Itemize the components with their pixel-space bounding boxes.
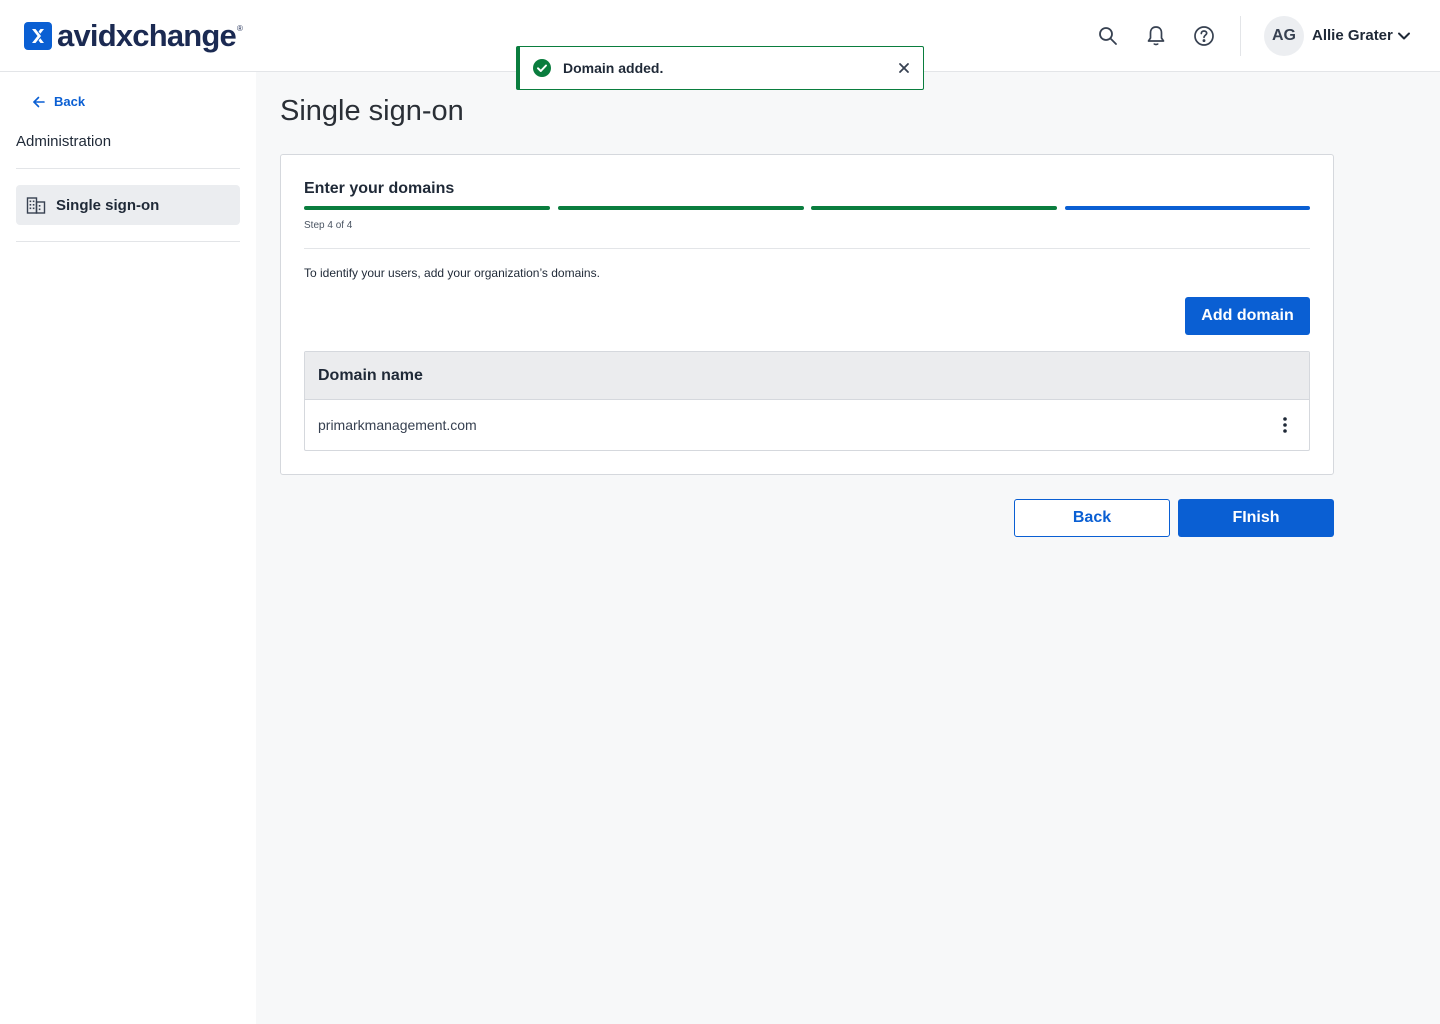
add-domain-button[interactable]: Add domain [1185,297,1310,335]
progress-step-2 [558,206,804,210]
header-divider [1240,16,1241,56]
check-circle-icon [533,59,551,77]
sidebar-item-single-sign-on[interactable]: Single sign-on [16,185,240,225]
registered-mark: ® [237,24,243,33]
close-icon[interactable] [895,59,913,77]
arrow-left-icon [32,95,46,109]
wizard-card: Enter your domains Step 4 of 4 To identi… [280,154,1334,475]
sidebar-section-title: Administration [16,133,112,150]
finish-button[interactable]: FInish [1178,499,1334,537]
sidebar: Back Administration Single sign-on [0,72,256,1024]
user-name[interactable]: Allie Grater [1312,27,1393,44]
avatar[interactable]: AG [1264,16,1304,56]
sidebar-back-link[interactable]: Back [32,94,85,109]
sidebar-item-label: Single sign-on [56,196,160,214]
domains-table: Domain name primarkmanagement.com [304,351,1310,451]
progress-step-1 [304,206,550,210]
toast-message: Domain added. [563,60,664,76]
building-icon [26,195,46,215]
wizard-description: To identify your users, add your organiz… [304,266,600,280]
card-divider [304,248,1310,249]
brand-logo[interactable]: avidxchange ® [24,20,243,52]
page-title: Single sign-on [280,95,464,127]
back-button[interactable]: Back [1014,499,1170,537]
progress-step-3 [811,206,1057,210]
table-header: Domain name [305,352,1309,400]
step-title: Enter your domains [304,180,455,197]
sidebar-divider [16,168,240,169]
chevron-down-icon[interactable] [1396,28,1412,44]
step-caption: Step 4 of 4 [304,220,353,231]
progress-step-4 [1065,206,1310,210]
help-icon[interactable] [1192,24,1216,48]
brand-name: avidxchange [57,18,237,53]
column-header-domain-name: Domain name [318,366,423,384]
sidebar-back-label: Back [54,94,86,109]
bell-icon[interactable] [1144,24,1168,48]
search-icon[interactable] [1096,24,1120,48]
sidebar-divider [16,241,240,242]
success-toast: Domain added. [516,46,924,90]
brand-mark-icon [24,22,52,50]
domain-cell: primarkmanagement.com [318,417,477,433]
table-row: primarkmanagement.com [305,400,1309,450]
more-vertical-icon[interactable] [1275,413,1295,437]
